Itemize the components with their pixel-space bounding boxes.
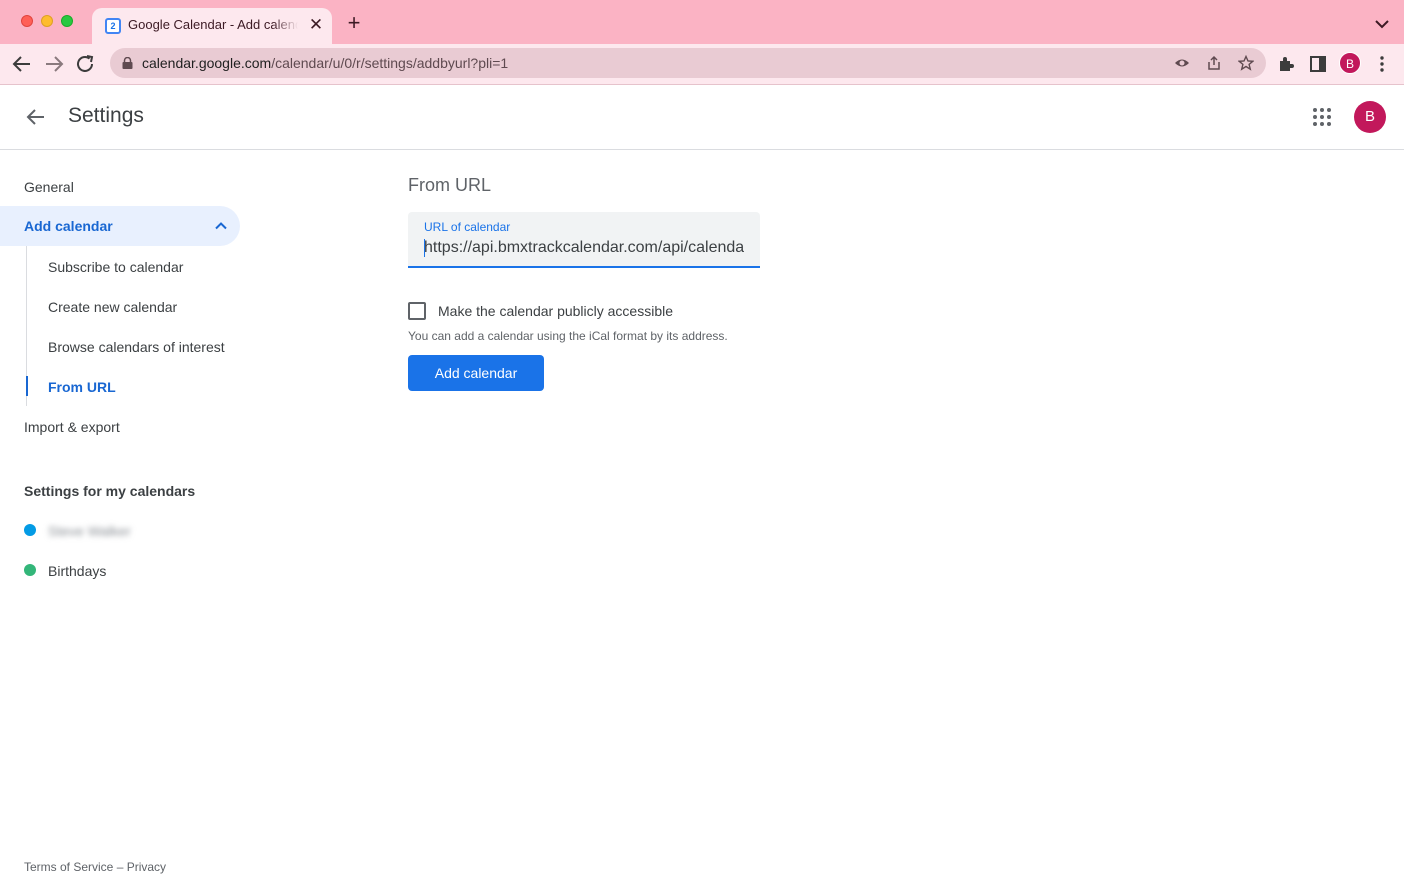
sidebar-item-general[interactable]: General [24,179,74,195]
forward-arrow-icon[interactable] [42,53,66,75]
sidebar-item-from-url[interactable]: From URL [48,379,116,395]
my-calendars-section-title: Settings for my calendars [24,483,196,499]
window-minimize-button[interactable] [41,15,53,27]
account-avatar[interactable]: B [1354,101,1386,133]
sidebar-item-label: Add calendar [24,218,113,234]
address-bar[interactable]: calendar.google.com/calendar/u/0/r/setti… [110,48,1266,78]
url-field-label: URL of calendar [424,220,511,234]
side-panel-icon[interactable] [1309,55,1327,73]
browser-menu-kebab-icon[interactable] [1376,54,1388,74]
text-caret [424,239,425,257]
footer-links: Terms of Service – Privacy [24,860,166,874]
calendar-color-dot [24,564,36,576]
privacy-link[interactable]: Privacy [127,860,166,874]
sidebar-item-import-export[interactable]: Import & export [24,419,120,435]
eye-privacy-icon[interactable] [1174,55,1190,71]
back-arrow-icon[interactable] [22,105,50,129]
url-text: calendar.google.com/calendar/u/0/r/setti… [142,55,509,71]
ical-hint-text: You can add a calendar using the iCal fo… [408,329,728,343]
browser-profile-avatar[interactable]: B [1339,52,1361,74]
sidebar-item-create-new[interactable]: Create new calendar [48,299,177,315]
public-access-checkbox[interactable] [408,302,426,320]
sidebar-item-subscribe[interactable]: Subscribe to calendar [48,259,183,275]
sidebar-calendar-personal[interactable]: Steve Walker [48,523,131,539]
sidebar-calendar-birthdays[interactable]: Birthdays [48,563,106,579]
tab-search-chevron-icon[interactable] [1372,14,1392,34]
bookmark-star-icon[interactable] [1238,55,1254,71]
browser-toolbar: calendar.google.com/calendar/u/0/r/setti… [0,44,1404,85]
window-close-button[interactable] [21,15,33,27]
tab-title: Google Calendar - Add calendar [128,17,298,32]
calendar-color-dot [24,524,36,536]
window-maximize-button[interactable] [61,15,73,27]
terms-link[interactable]: Terms of Service [24,860,113,874]
extensions-puzzle-icon[interactable] [1277,55,1295,73]
add-calendar-button[interactable]: Add calendar [408,355,544,391]
back-arrow-icon[interactable] [10,53,34,75]
sidebar-item-add-calendar[interactable]: Add calendar [0,206,240,246]
footer-separator: – [113,860,127,874]
calendar-url-input[interactable] [424,237,744,259]
public-access-label[interactable]: Make the calendar publicly accessible [438,303,673,319]
calendar-url-field[interactable]: URL of calendar [408,212,760,268]
subnav-active-indicator [26,376,28,396]
reload-icon[interactable] [74,53,98,75]
share-icon[interactable] [1206,55,1222,71]
sidebar-item-browse[interactable]: Browse calendars of interest [48,339,225,355]
browser-tab[interactable]: 2 Google Calendar - Add calendar ✕ [92,8,332,44]
google-apps-grid-icon[interactable] [1310,105,1334,129]
section-heading: From URL [408,175,492,195]
browser-tab-bar: 2 Google Calendar - Add calendar ✕ + [0,0,1404,44]
app-header: Settings B [0,85,1404,150]
chevron-up-icon[interactable] [213,218,229,234]
lock-icon [122,57,133,69]
page-title: Settings [68,104,144,127]
new-tab-plus-icon[interactable]: + [343,12,365,34]
calendar-favicon-icon: 2 [105,18,121,34]
tab-close-icon[interactable]: ✕ [306,15,326,35]
